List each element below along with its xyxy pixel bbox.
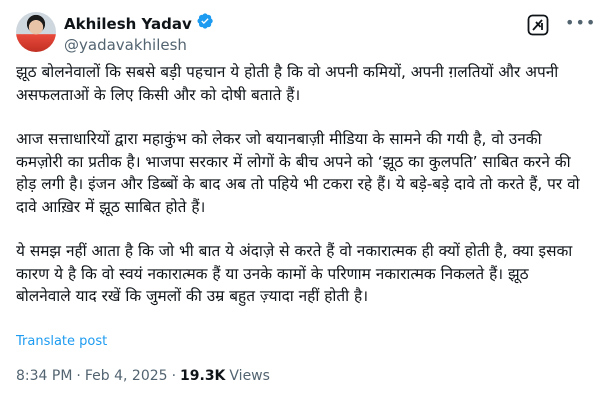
verified-badge-icon — [196, 12, 214, 35]
avatar[interactable] — [16, 12, 56, 52]
more-icon[interactable]: ••• — [565, 15, 596, 31]
tweet-paragraph: ये समझ नहीं आता है कि जो भी बात ये अंदाज… — [16, 242, 573, 305]
author-handle[interactable]: @yadavakhilesh — [64, 35, 214, 55]
author-name[interactable]: Akhilesh Yadav — [64, 14, 192, 34]
tweet-paragraph: झूठ बोलनेवालों कि सबसे बड़ी पहचान ये होत… — [16, 63, 559, 104]
meta-separator: · — [171, 368, 177, 384]
meta-separator: · — [76, 368, 81, 384]
translate-post-link[interactable]: Translate post — [16, 334, 107, 349]
grok-icon[interactable] — [527, 14, 549, 36]
views-label: Views — [229, 368, 270, 384]
tweet-time[interactable]: 8:34 PM — [16, 368, 72, 384]
tweet-paragraph: आज सत्ताधारियों द्वारा महाकुंभ को लेकर ज… — [16, 130, 580, 216]
tweet-text: झूठ बोलनेवालों कि सबसे बड़ी पहचान ये होत… — [16, 61, 586, 308]
tweet-meta: 8:34 PM · Feb 4, 2025 · 19.3K Views — [16, 368, 270, 384]
views-count: 19.3K — [180, 368, 226, 384]
author-block: Akhilesh Yadav @yadavakhilesh — [64, 12, 214, 55]
tweet-date[interactable]: Feb 4, 2025 — [85, 368, 168, 384]
